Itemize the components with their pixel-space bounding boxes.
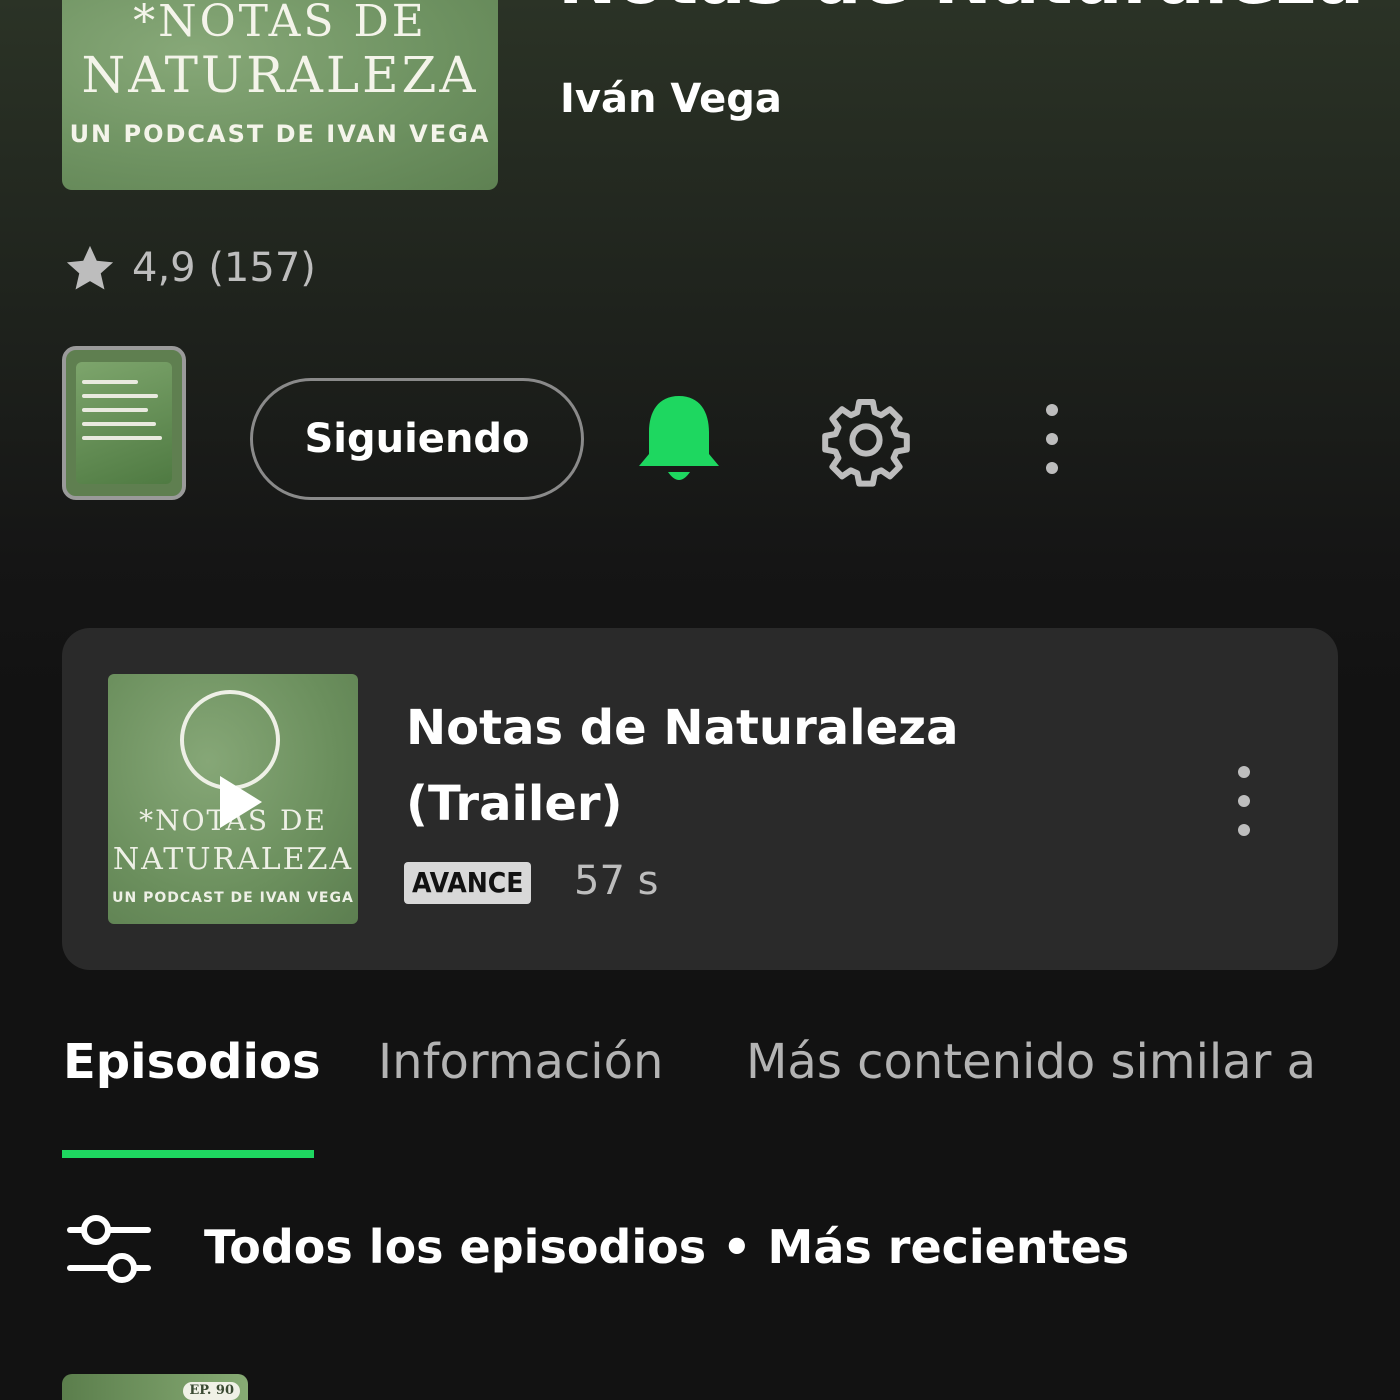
cover-line-3: UN PODCAST DE IVAN VEGA [69, 120, 491, 148]
bell-icon[interactable] [636, 392, 722, 488]
tab-information[interactable]: Información [378, 1034, 663, 1090]
star-icon [66, 245, 114, 290]
trailer-thumb-line-2: NATURALEZA [112, 842, 354, 877]
podcast-cover-art: *NOTAS DE NATURALEZA UN PODCAST DE IVAN … [62, 0, 498, 190]
cover-line-1: *NOTAS DE [133, 0, 427, 47]
trailer-thumb-line-3: UN PODCAST DE IVAN VEGA [112, 890, 354, 906]
episode-thumbnail[interactable]: EP. 90 [62, 1374, 248, 1400]
thumbnail-text-line [82, 394, 158, 398]
preview-badge: AVANCE [404, 862, 532, 904]
tab-episodes[interactable]: Episodios [63, 1034, 321, 1090]
episode-preview-thumbnail[interactable] [62, 346, 186, 500]
more-vertical-icon[interactable] [1222, 760, 1266, 842]
rating-row[interactable]: 4,9 (157) [62, 240, 316, 296]
podcast-author[interactable]: Iván Vega [560, 76, 782, 122]
thumbnail-text-line [82, 380, 138, 384]
play-icon[interactable] [206, 770, 270, 834]
tab-similar-content[interactable]: Más contenido similar a [746, 1034, 1316, 1090]
podcast-title: Notas de Naturaleza [558, 0, 1364, 20]
cover-line-2: NATURALEZA [81, 46, 479, 104]
thumbnail-art [76, 362, 172, 484]
active-tab-indicator [62, 1150, 314, 1158]
thumbnail-text-line [82, 422, 156, 426]
rating-value: 4,9 (157) [132, 245, 316, 291]
episode-number-badge: EP. 90 [183, 1382, 240, 1400]
episode-filter-sort-label[interactable]: Todos los episodios • Más recientes [204, 1220, 1129, 1274]
more-vertical-icon[interactable] [1030, 398, 1074, 480]
trailer-thumbnail[interactable]: *NOTAS DE NATURALEZA UN PODCAST DE IVAN … [108, 674, 358, 924]
gear-icon[interactable] [818, 392, 914, 488]
following-button[interactable]: Siguiendo [250, 378, 584, 500]
trailer-duration: 57 s [574, 858, 659, 904]
trailer-title: Notas de Naturaleza (Trailer) [406, 700, 959, 832]
trailer-episode-card[interactable]: *NOTAS DE NATURALEZA UN PODCAST DE IVAN … [62, 628, 1338, 970]
thumbnail-text-line [82, 408, 148, 412]
thumbnail-text-line [82, 436, 162, 440]
filter-sliders-icon[interactable] [66, 1212, 152, 1288]
